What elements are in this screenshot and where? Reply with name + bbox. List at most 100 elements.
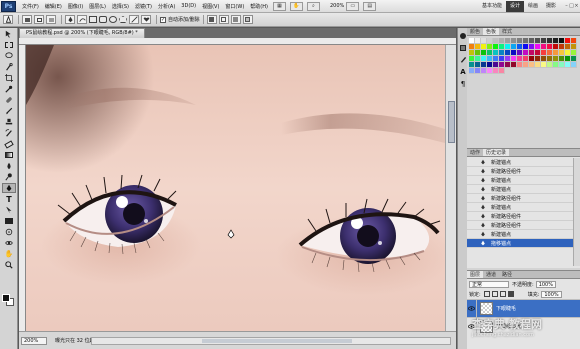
- vertical-scrollbar[interactable]: [445, 45, 456, 331]
- quick-selection-tool-icon[interactable]: [2, 62, 16, 72]
- history-item[interactable]: 新建锚点: [467, 230, 580, 239]
- tab-actions[interactable]: 动作: [467, 149, 483, 156]
- history-item[interactable]: 新建锚点: [467, 203, 580, 212]
- hand-tool-icon[interactable]: ✋: [2, 249, 16, 259]
- brush-tool-icon[interactable]: [2, 106, 16, 116]
- freeform-pen-icon[interactable]: [77, 15, 87, 24]
- menu-help[interactable]: 帮助(H): [247, 3, 271, 10]
- history-item[interactable]: 新建路径组件: [467, 212, 580, 221]
- eraser-tool-icon[interactable]: [2, 139, 16, 149]
- vertical-scroll-thumb[interactable]: [448, 101, 455, 143]
- menu-select[interactable]: 选择(S): [109, 3, 132, 10]
- history-item[interactable]: 新建锚点: [467, 158, 580, 167]
- swatch-grid[interactable]: [469, 38, 577, 78]
- menu-file[interactable]: 文件(F): [19, 3, 42, 10]
- brushes-panel-icon[interactable]: [459, 55, 467, 64]
- workspace-painting[interactable]: 绘画: [524, 1, 542, 12]
- gradient-tool-icon[interactable]: [2, 150, 16, 160]
- dodge-tool-icon[interactable]: [2, 172, 16, 182]
- menu-analysis[interactable]: 分析(A): [155, 3, 178, 10]
- layer-row-selected[interactable]: 下眼睫毛: [467, 299, 580, 318]
- tab-styles[interactable]: 样式: [499, 28, 515, 35]
- fill-pixels-icon[interactable]: [46, 15, 56, 24]
- lock-transparency-icon[interactable]: [483, 291, 490, 297]
- fill-field[interactable]: 100%: [541, 290, 562, 298]
- path-combine-intersect-icon[interactable]: [230, 15, 241, 24]
- visibility-eye-icon[interactable]: [467, 317, 477, 336]
- history-item-selected[interactable]: 拖移锚点: [467, 239, 580, 248]
- history-brush-tool-icon[interactable]: [2, 128, 16, 138]
- color-swatch[interactable]: [571, 62, 577, 68]
- path-combine-add-icon[interactable]: [206, 15, 217, 24]
- tab-paths[interactable]: 路径: [499, 271, 515, 278]
- custom-shape-icon[interactable]: [141, 15, 151, 24]
- menu-3d[interactable]: 3D(D): [178, 3, 199, 9]
- eyedropper-tool-icon[interactable]: [2, 84, 16, 94]
- menu-filter[interactable]: 滤镜(T): [132, 3, 155, 10]
- healing-brush-tool-icon[interactable]: [2, 95, 16, 105]
- type-tool-icon[interactable]: T: [2, 194, 16, 204]
- canvas[interactable]: [26, 45, 445, 331]
- workspace-photography[interactable]: 摄影: [542, 1, 560, 12]
- blur-tool-icon[interactable]: [2, 161, 16, 171]
- line-shape-icon[interactable]: [129, 15, 139, 24]
- document-tab[interactable]: PS鼠绘教程.psd @ 200% (下眼睫毛, RGB/8#) *: [19, 28, 145, 38]
- status-zoom-field[interactable]: 200%: [21, 336, 47, 345]
- 3d-rotate-tool-icon[interactable]: [2, 227, 16, 237]
- tab-layers[interactable]: 图层: [467, 271, 484, 278]
- path-selection-tool-icon[interactable]: [2, 205, 16, 215]
- history-item[interactable]: 新建路径组件: [467, 221, 580, 230]
- path-combine-exclude-icon[interactable]: [242, 15, 253, 24]
- history-item[interactable]: 新建锚点: [467, 176, 580, 185]
- character-panel-icon[interactable]: A: [459, 67, 467, 76]
- shape-layers-icon[interactable]: [22, 15, 32, 24]
- tab-history[interactable]: 历史记录: [483, 149, 510, 156]
- menu-view[interactable]: 视图(V): [199, 3, 222, 10]
- menu-window[interactable]: 窗口(W): [222, 3, 247, 10]
- adjustments-panel-icon[interactable]: [459, 31, 467, 40]
- lock-all-icon[interactable]: [507, 291, 514, 297]
- pen-tool-icon[interactable]: [65, 15, 75, 24]
- move-tool-icon[interactable]: [2, 29, 16, 39]
- pen-tool-preset-icon[interactable]: [3, 15, 13, 24]
- menu-image[interactable]: 图像(I): [65, 3, 86, 10]
- workspace-essentials[interactable]: 基本功能: [478, 1, 506, 12]
- menu-layer[interactable]: 图层(L): [86, 3, 109, 10]
- workspace-design[interactable]: 设计: [505, 1, 524, 12]
- zoom-tool-icon[interactable]: ⌕: [306, 1, 320, 11]
- marquee-tool-icon[interactable]: [2, 40, 16, 50]
- paths-mode-icon[interactable]: [34, 15, 44, 24]
- close-icon[interactable]: ×: [574, 2, 579, 10]
- rectangle-tool-icon[interactable]: [2, 216, 16, 226]
- color-swatch[interactable]: [499, 68, 505, 74]
- visibility-eye-icon[interactable]: [467, 299, 477, 318]
- rounded-rectangle-shape-icon[interactable]: [99, 16, 107, 23]
- history-scrollbar[interactable]: [573, 158, 580, 266]
- history-item[interactable]: 新建锚点: [467, 185, 580, 194]
- ellipse-shape-icon[interactable]: [109, 16, 117, 23]
- lock-position-icon[interactable]: [499, 291, 506, 297]
- crop-tool-icon[interactable]: [2, 73, 16, 83]
- zoom-level-select[interactable]: 200%: [330, 3, 344, 9]
- history-item[interactable]: 新建路径组件: [467, 194, 580, 203]
- layer-row[interactable]: 下眼线高光: [467, 317, 580, 336]
- lasso-tool-icon[interactable]: [2, 51, 16, 61]
- masks-panel-icon[interactable]: [459, 43, 467, 52]
- horizontal-scroll-thumb[interactable]: [202, 339, 352, 343]
- bridge-icon[interactable]: ▦: [272, 1, 286, 11]
- hand-tool-icon[interactable]: ✋: [289, 1, 303, 11]
- polygon-shape-icon[interactable]: [119, 16, 127, 23]
- lock-image-icon[interactable]: [491, 291, 498, 297]
- arrange-documents-icon[interactable]: ▤: [363, 1, 377, 11]
- auto-add-delete-checkbox[interactable]: ✓: [160, 16, 166, 23]
- 3d-orbit-tool-icon[interactable]: [2, 238, 16, 248]
- paragraph-panel-icon[interactable]: ¶: [459, 79, 467, 88]
- screen-mode-icon[interactable]: ▭: [346, 1, 360, 11]
- rectangle-shape-icon[interactable]: [89, 16, 97, 23]
- horizontal-scrollbar[interactable]: [91, 337, 451, 345]
- opacity-field[interactable]: 100%: [535, 280, 556, 288]
- tab-color[interactable]: 颜色: [467, 28, 483, 35]
- foreground-color-swatch[interactable]: [2, 294, 10, 302]
- menu-edit[interactable]: 编辑(E): [42, 3, 65, 10]
- zoom-tool-icon[interactable]: [2, 260, 16, 270]
